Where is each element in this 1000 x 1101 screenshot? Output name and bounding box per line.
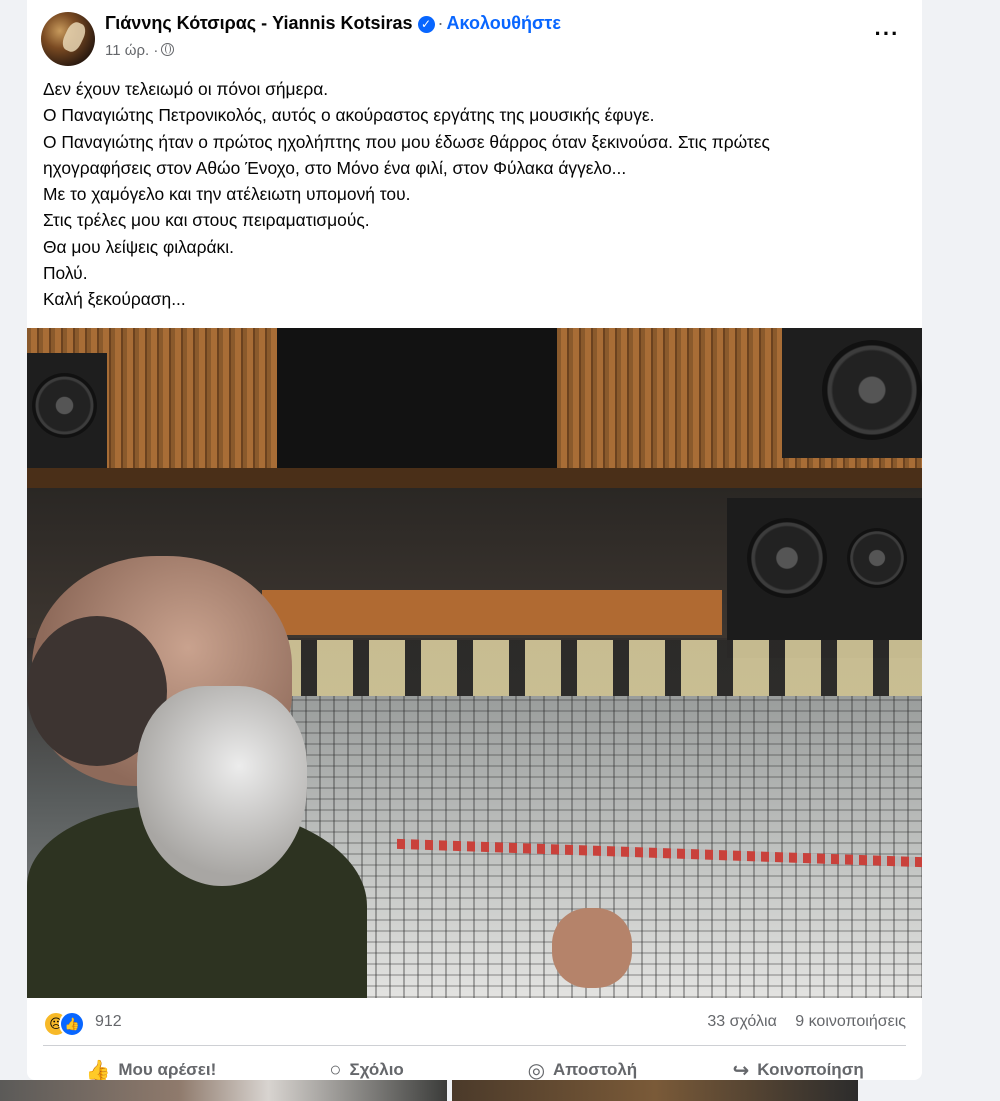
post-header: Γιάννης Κότσιρας - Yiannis Kotsiras ✓ · Ακο… xyxy=(27,0,922,75)
shares-count[interactable]: 9 κοινοποιήσεις xyxy=(795,1013,906,1030)
actions-divider xyxy=(43,1045,906,1046)
studio-screen xyxy=(277,328,557,476)
studio-speaker xyxy=(27,353,107,468)
post-card: Γιάννης Κότσιρας - Yiannis Kotsiras ✓ · Ακο… xyxy=(27,0,922,1080)
studio-monitor-speakers xyxy=(727,498,922,658)
post-text-line: ηχογραφήσεις στον Αθώο Ένοχο, στο Μόνο έ… xyxy=(43,157,627,178)
person-hand xyxy=(552,908,632,988)
post-text-line: Πολύ. xyxy=(43,263,88,284)
messenger-icon: ◎ xyxy=(527,1059,546,1082)
share-arrow-icon: ↪ xyxy=(732,1059,750,1082)
post-text: Δεν έχουν τελειωμό οι πόνοι σήμερα. Ο Πα… xyxy=(43,76,913,313)
comment-label: Σχόλιο xyxy=(349,1060,404,1079)
globe-icon xyxy=(161,43,175,56)
post-text-line: Θα μου λείψεις φιλαράκι. xyxy=(43,236,234,257)
comments-count[interactable]: 33 σχόλια xyxy=(707,1013,776,1030)
thumbs-up-icon: 👍 xyxy=(85,1059,111,1082)
send-label: Αποστολή xyxy=(553,1060,638,1079)
post-text-line: Ο Παναγιώτης Πετρονικολός, αυτός ο ακούρ… xyxy=(43,105,655,126)
post-text-line: Καλή ξεκούραση... xyxy=(43,289,186,310)
post-stats: ☹ 👍 912 33 σχόλια 9 κοινοποιήσεις xyxy=(27,1005,922,1040)
reactions-count[interactable]: 912 xyxy=(95,1013,122,1031)
next-post-image[interactable] xyxy=(452,1080,858,1101)
like-reaction-icon: 👍 xyxy=(59,1011,85,1037)
post-timestamp[interactable]: 11 ώρ. xyxy=(105,42,149,59)
like-label: Μου αρέσει! xyxy=(118,1060,217,1079)
post-photo[interactable] xyxy=(27,328,922,998)
studio-shelf xyxy=(27,468,922,488)
post-text-line: Με το χαμόγελο και την ατέλειωτη υπομονή… xyxy=(43,184,411,205)
person-beard xyxy=(137,686,307,886)
author-row: Γιάννης Κότσιρας - Yiannis Kotsiras ✓ · Ακο… xyxy=(105,13,561,34)
share-label: Κοινοποίηση xyxy=(757,1060,864,1079)
follow-button[interactable]: Ακολουθήστε xyxy=(447,13,561,33)
post-text-line: Δεν έχουν τελειωμό οι πόνοι σήμερα. xyxy=(43,79,329,99)
verified-badge-icon: ✓ xyxy=(417,16,435,33)
author-avatar[interactable] xyxy=(41,12,95,66)
author-name[interactable]: Γιάννης Κότσιρας - Yiannis Kotsiras xyxy=(105,13,413,33)
more-options-icon[interactable]: ··· xyxy=(872,22,902,52)
engagement-counts: 33 σχόλια 9 κοινοποιήσεις xyxy=(693,1013,906,1031)
separator-dot: · xyxy=(437,13,444,33)
studio-speaker xyxy=(782,328,922,458)
post-meta: 11 ώρ. · xyxy=(105,42,175,59)
post-text-line: Ο Παναγιώτης ήταν ο πρώτος ηχολήπτης που… xyxy=(43,131,770,152)
next-post-image[interactable] xyxy=(0,1080,447,1101)
sound-engineer xyxy=(27,556,367,998)
comment-bubble-icon: ○ xyxy=(329,1058,342,1081)
post-text-line: Στις τρέλες μου και στους πειραματισμούς… xyxy=(43,210,370,231)
